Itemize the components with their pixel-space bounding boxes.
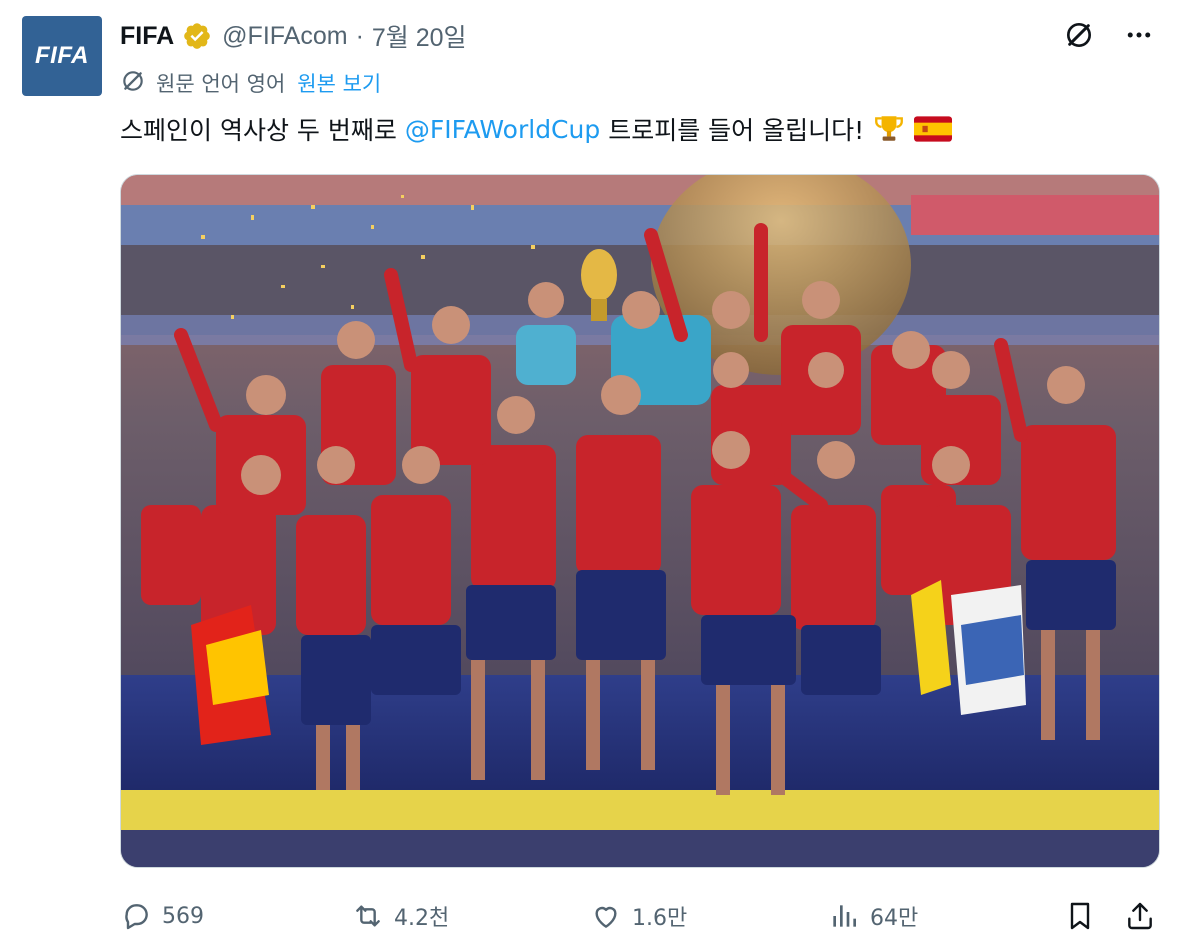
tweet-text-part-1: 스페인이 역사상 두 번째로 (120, 116, 397, 145)
share-button[interactable] (1124, 896, 1156, 936)
celebration-photo (121, 175, 1159, 867)
tweet-text: 스페인이 역사상 두 번째로 @FIFAWorldCup 트로피를 들어 올립니… (120, 110, 953, 148)
tweet-text-part-2: 트로피를 들어 올립니다! (608, 116, 865, 145)
verified-badge-icon[interactable] (182, 21, 212, 51)
avatar[interactable]: FIFA (22, 16, 102, 96)
reply-icon (125, 904, 148, 930)
like-button[interactable]: 1.6만 (590, 896, 687, 936)
share-icon (1128, 902, 1152, 930)
retweet-icon (356, 905, 380, 927)
translation-row: 원문 언어 영어 원본 보기 (120, 66, 381, 100)
spain-flag-icon (914, 116, 953, 142)
trophy-icon (872, 112, 906, 146)
tweet-photo[interactable] (120, 174, 1160, 868)
reply-count: 569 (162, 903, 204, 929)
display-name[interactable]: FIFA (120, 22, 174, 51)
reply-button[interactable]: 569 (120, 896, 204, 936)
separator-dot: · (355, 21, 364, 50)
retweet-button[interactable]: 4.2천 (352, 896, 449, 936)
grok-icon[interactable] (1062, 18, 1096, 52)
tweet-date[interactable]: 7월 20일 (372, 18, 467, 54)
translate-icon (120, 68, 146, 98)
views-count: 64만 (870, 906, 919, 931)
views-button[interactable]: 64만 (828, 896, 918, 936)
top-actions (1062, 18, 1156, 52)
avatar-logo-text: FIFA (35, 42, 89, 69)
translation-source-label: 원문 언어 영어 (156, 72, 286, 96)
tweet-actions: 569 4.2천 1.6만 64만 (120, 896, 1160, 936)
like-count: 1.6만 (632, 906, 688, 931)
bookmark-button[interactable] (1064, 896, 1096, 936)
retweet-count: 4.2천 (394, 906, 450, 931)
user-handle[interactable]: @FIFAcom (222, 22, 347, 51)
more-options-icon[interactable] (1122, 18, 1156, 52)
heart-icon (595, 906, 617, 928)
views-icon (833, 905, 856, 927)
mention-link[interactable]: @FIFAWorldCup (405, 115, 600, 144)
bookmark-icon (1070, 902, 1090, 930)
tweet-header: FIFA @FIFAcom · 7월 20일 (120, 18, 467, 54)
show-original-link[interactable]: 원본 보기 (297, 68, 381, 98)
